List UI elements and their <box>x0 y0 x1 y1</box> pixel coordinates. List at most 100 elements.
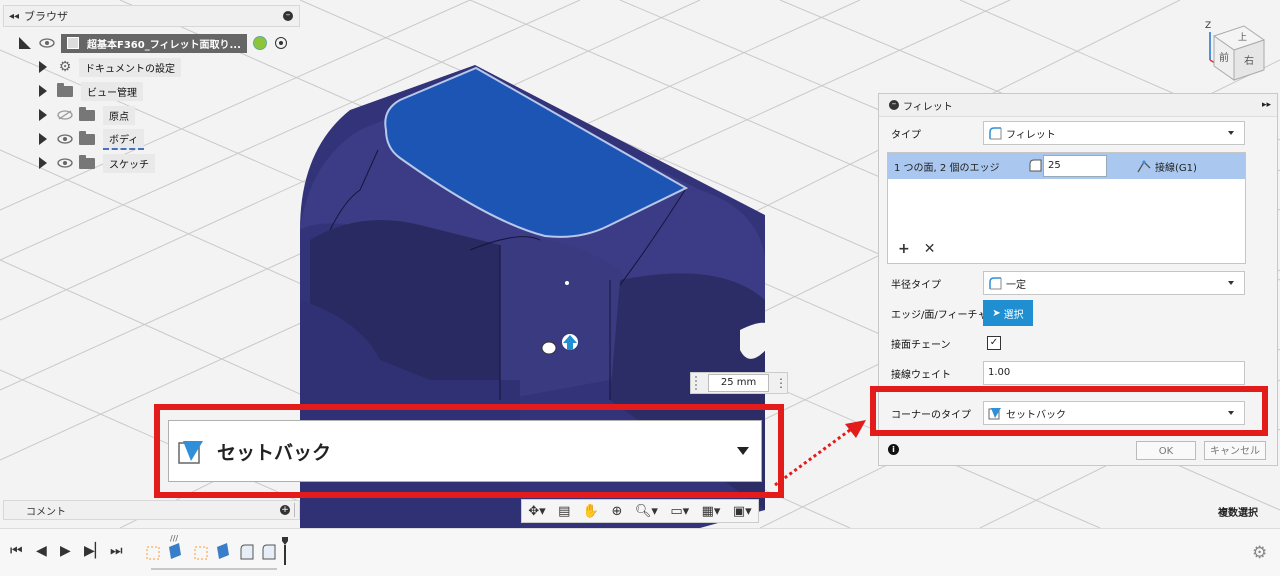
tree-item-origin[interactable]: 原点 <box>39 105 135 125</box>
add-icon[interactable]: + <box>898 241 910 257</box>
expand-icon[interactable]: ▸▸ <box>1262 100 1271 110</box>
edge-set-row[interactable]: 1 つの面, 2 個のエッジ 25 接線(G1) <box>888 153 1245 179</box>
tree-item-label: ビュー管理 <box>81 81 143 101</box>
browser-header[interactable]: ◂◂ ブラウザ – <box>3 5 300 27</box>
expand-icon[interactable] <box>39 85 47 97</box>
radius-type-label: 半径タイプ <box>891 279 941 291</box>
tangent-icon <box>1137 160 1151 172</box>
tangent-weight-row: 接線ウェイト 1.00 <box>879 359 1279 387</box>
drag-grip-icon[interactable] <box>695 376 704 390</box>
select-button[interactable]: ➤ 選択 <box>983 300 1033 326</box>
selection-summary: 1 つの面, 2 個のエッジ <box>894 162 1000 174</box>
radio-icon[interactable] <box>274 37 287 49</box>
gear-icon[interactable]: ⚙ <box>1252 543 1267 563</box>
grid-icon[interactable]: ▦▾ <box>702 504 721 519</box>
gear-icon: ⚙ <box>58 59 72 75</box>
select-button-label: 選択 <box>1003 309 1024 321</box>
minimize-icon[interactable]: – <box>283 11 293 21</box>
comments-title: コメント <box>26 506 66 518</box>
setback-icon <box>178 441 203 464</box>
cursor-icon: ➤ <box>992 307 1001 319</box>
eye-icon[interactable] <box>57 134 73 144</box>
radius-type-row: 半径タイプ 一定 <box>879 269 1279 297</box>
tree-root[interactable]: 超基本F360_フィレット面取り... <box>19 33 287 53</box>
folder-icon <box>57 82 73 97</box>
expand-icon[interactable] <box>39 61 47 73</box>
eye-hidden-icon[interactable] <box>57 110 73 120</box>
navigation-bar: ✥▾ ▤ ✋ ⊕ 🔍︎▾ ▭▾ ▦▾ ▣▾ <box>521 499 759 523</box>
activate-icon[interactable] <box>252 36 267 50</box>
view-cube[interactable]: Z 上 前 右 <box>1200 16 1270 88</box>
edge-row: エッジ/面/フィーチャ ➤ 選択 <box>879 299 1279 327</box>
tangent-chain-row: 接面チェーン ✓ <box>879 329 1279 357</box>
browser-panel: ◂◂ ブラウザ – 超基本F360_フィレット面取り... ⚙ ドキュメントの設… <box>3 5 300 180</box>
dialog-footer: i OK キャンセル <box>879 435 1277 465</box>
comments-panel[interactable]: コメント + <box>3 500 300 520</box>
svg-text:///: /// <box>170 534 178 543</box>
radius-input[interactable]: 25 <box>1043 155 1107 177</box>
divider <box>294 503 295 517</box>
more-options-icon[interactable]: ⋮ <box>775 376 787 390</box>
cancel-button[interactable]: キャンセル <box>1204 441 1266 460</box>
corner-type-zoom-label: セットバック <box>217 441 332 464</box>
dimension-value[interactable]: 25 mm <box>708 374 769 392</box>
pan-icon[interactable]: ✋ <box>583 504 599 519</box>
type-value: フィレット <box>1006 129 1056 141</box>
tree-item-document-settings[interactable]: ⚙ ドキュメントの設定 <box>39 57 181 77</box>
constant-radius-icon <box>989 277 1002 290</box>
zoom-icon[interactable]: ⊕ <box>611 504 622 519</box>
cube-top-label: 上 <box>1238 32 1247 43</box>
continuity-select[interactable]: 接線(G1) <box>1136 159 1197 174</box>
timeline: ⏮ ◀ ▶ ▶▏ ⏭ /// ⚙ <box>0 528 1280 576</box>
tree-item-label: スケッチ <box>103 153 155 173</box>
timeline-marker-icon[interactable] <box>282 537 288 565</box>
step-back-icon[interactable]: ◀ <box>36 543 47 559</box>
eye-icon[interactable] <box>57 158 73 168</box>
tree-item-named-views[interactable]: ビュー管理 <box>39 81 143 101</box>
info-icon[interactable]: i <box>888 444 899 455</box>
callout-arrow <box>774 420 866 487</box>
add-comment-icon[interactable]: + <box>280 505 290 515</box>
chevron-down-icon <box>1228 131 1234 135</box>
type-label: タイプ <box>891 129 921 141</box>
eye-icon[interactable] <box>39 38 55 48</box>
tree-item-sketches[interactable]: スケッチ <box>39 153 155 173</box>
expand-icon[interactable] <box>19 37 31 49</box>
delete-icon[interactable]: ✕ <box>924 241 936 257</box>
chevron-down-icon <box>737 447 749 455</box>
ok-button[interactable]: OK <box>1136 441 1196 460</box>
fit-icon[interactable]: 🔍︎▾ <box>635 504 658 519</box>
type-select[interactable]: フィレット <box>983 121 1245 145</box>
display-settings-icon[interactable]: ▭▾ <box>670 504 689 519</box>
z-axis-label: Z <box>1205 21 1211 31</box>
expand-icon[interactable] <box>39 157 47 169</box>
cube-right-label: 右 <box>1244 54 1254 67</box>
go-to-end-icon[interactable]: ⏭ <box>110 543 123 559</box>
radius-type-select[interactable]: 一定 <box>983 271 1245 295</box>
timeline-features[interactable]: /// <box>145 533 295 573</box>
tree-item-bodies[interactable]: ボディ <box>39 128 145 150</box>
root-node[interactable]: 超基本F360_フィレット面取り... <box>61 33 247 53</box>
radius-type-value: 一定 <box>1006 279 1026 291</box>
play-icon[interactable]: ▶ <box>60 543 71 559</box>
tangent-weight-input[interactable]: 1.00 <box>983 361 1245 385</box>
step-forward-icon[interactable]: ▶▏ <box>84 543 106 559</box>
dialog-header[interactable]: – フィレット ▸▸ <box>879 94 1277 117</box>
type-row: タイプ フィレット <box>879 119 1279 147</box>
cube-front-label: 前 <box>1219 51 1229 64</box>
edge-label: エッジ/面/フィーチャ <box>891 309 988 321</box>
tangent-chain-checkbox[interactable]: ✓ <box>987 336 1001 350</box>
multi-select-label: 複数選択 <box>1218 508 1258 519</box>
expand-icon[interactable] <box>39 133 47 145</box>
collapse-icon[interactable]: ◂◂ <box>4 11 24 22</box>
tree-item-label: ドキュメントの設定 <box>79 57 181 77</box>
expand-icon[interactable] <box>39 109 47 121</box>
minimize-icon[interactable]: – <box>889 100 899 110</box>
radius-dimension-input[interactable]: 25 mm ⋮ <box>690 372 788 394</box>
go-to-start-icon[interactable]: ⏮ <box>10 543 23 559</box>
look-at-icon[interactable]: ▤ <box>558 504 570 519</box>
chevron-down-icon <box>1228 281 1234 285</box>
viewports-icon[interactable]: ▣▾ <box>733 504 752 519</box>
orbit-icon[interactable]: ✥▾ <box>528 504 545 519</box>
edge-set-list[interactable]: 1 つの面, 2 個のエッジ 25 接線(G1) + ✕ <box>887 152 1246 264</box>
